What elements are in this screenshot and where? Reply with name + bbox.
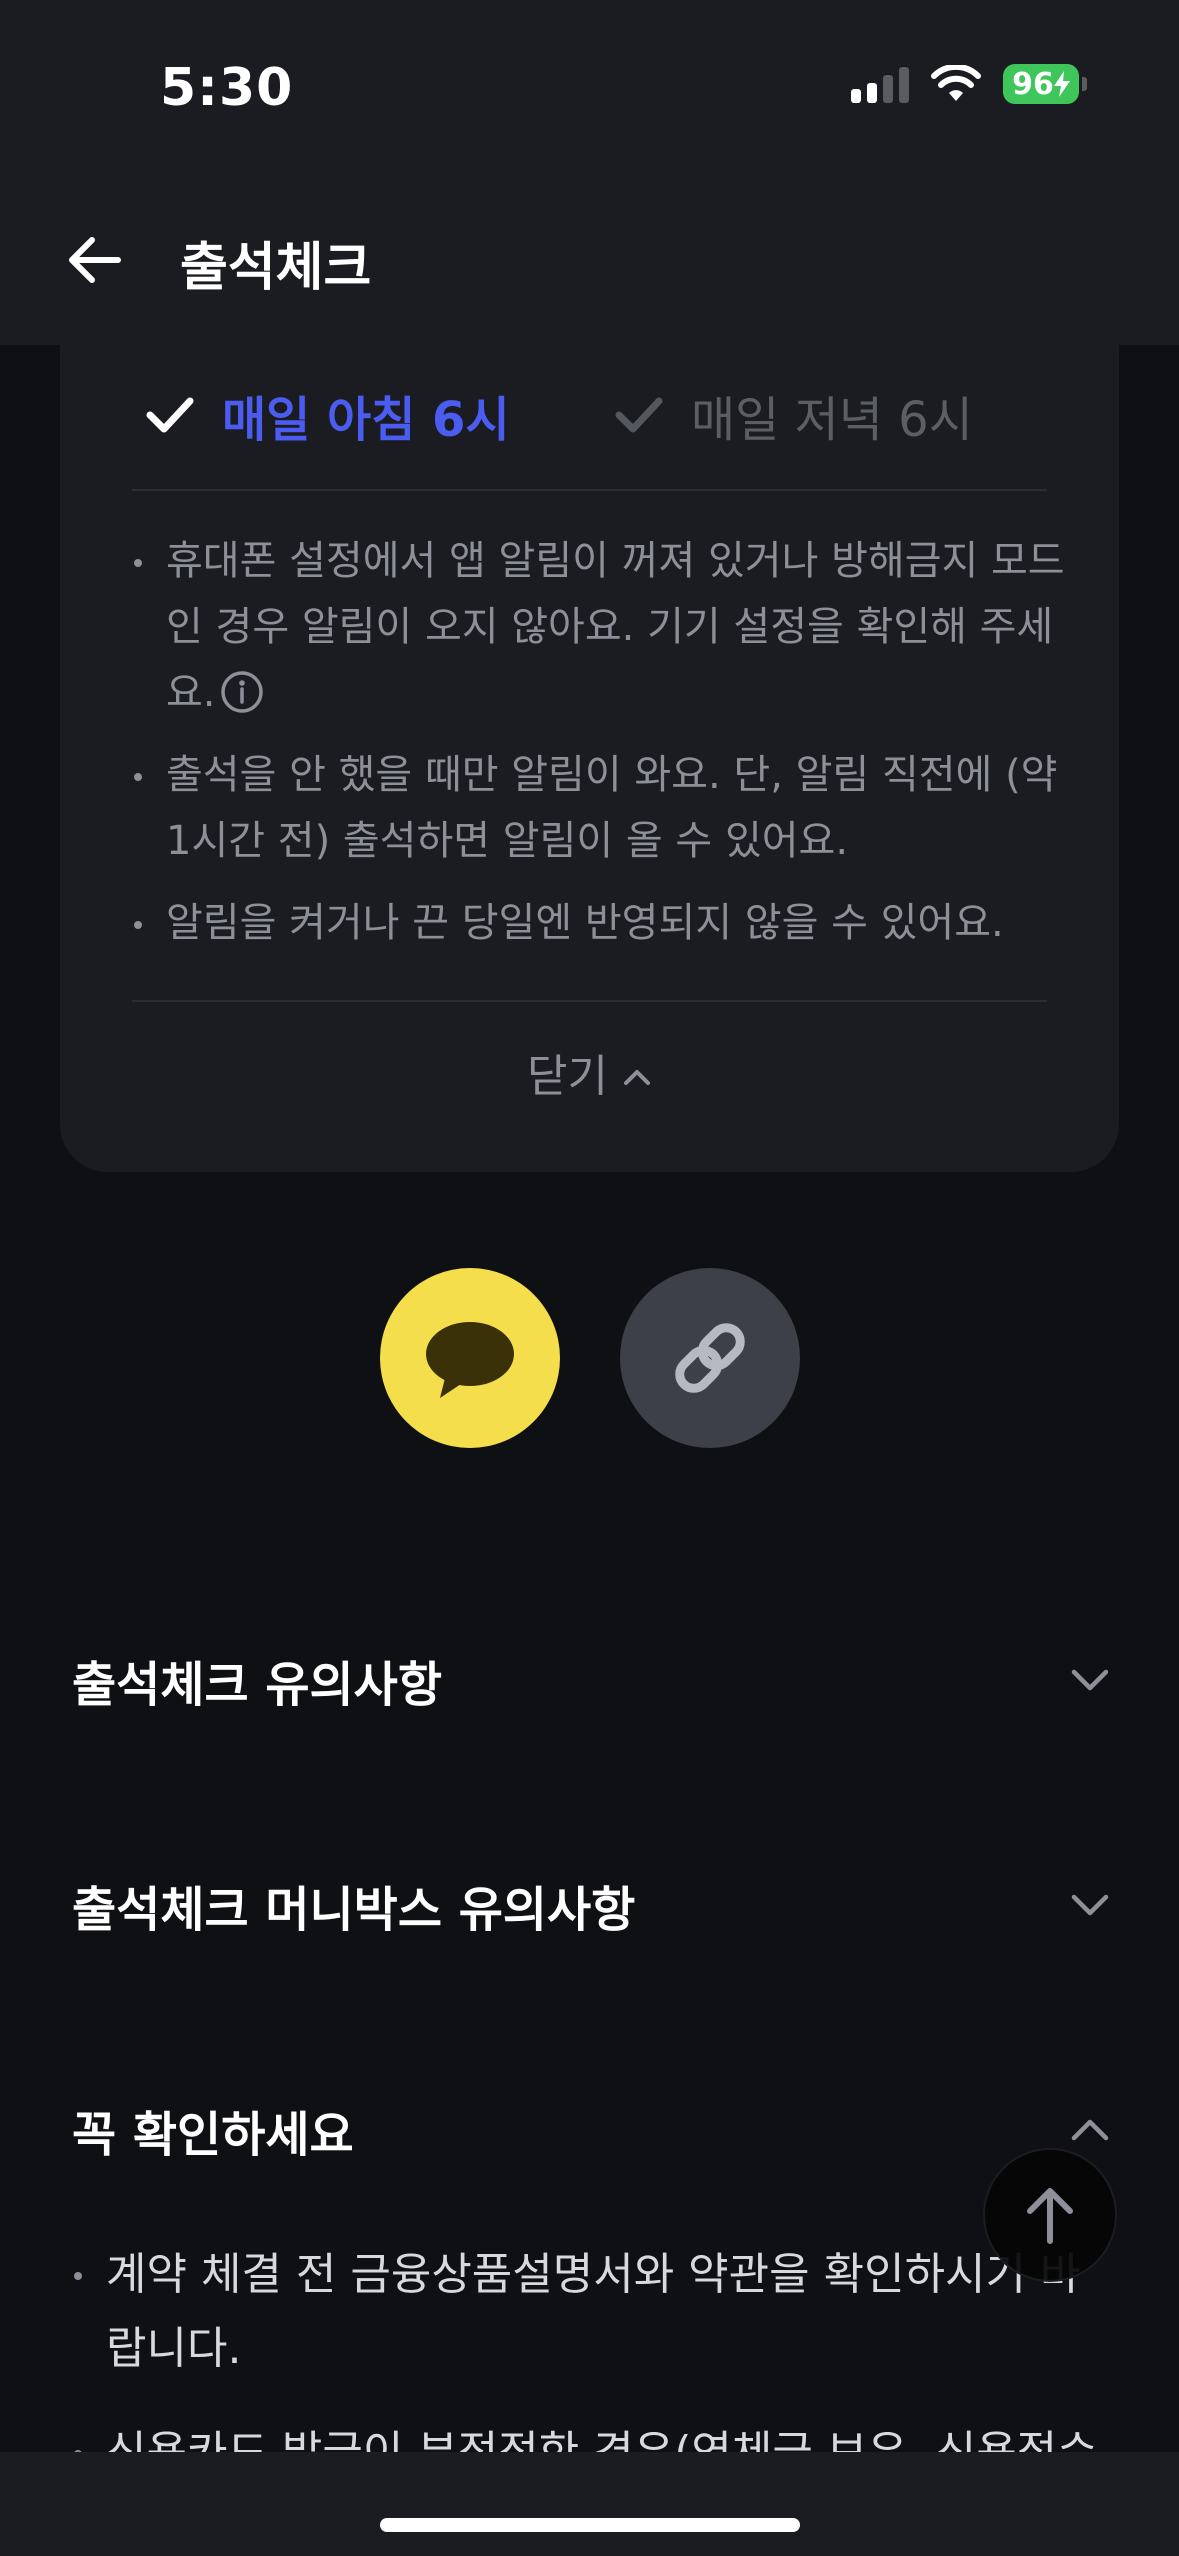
alarm-settings-card: 매일 아침 6시 매일 저녁 6시 휴대폰 설정에서 앱 알림이 꺼져 있거나 … [60,300,1119,1172]
alarm-option-evening[interactable]: 매일 저녁 6시 [615,380,973,450]
divider [132,1000,1047,1002]
accordion-title: 출석체크 머니박스 유의사항 [72,1882,636,1938]
accordion-moneybox-notice[interactable]: 출석체크 머니박스 유의사항 [72,1870,1112,1940]
accordion-must-check[interactable]: 꼭 확인하세요 [72,2095,1112,2165]
chevron-down-icon [1071,1894,1109,1916]
accordion-title: 꼭 확인하세요 [72,2107,354,2163]
copy-link-button[interactable] [620,1268,800,1448]
accordion-attendance-notice[interactable]: 출석체크 유의사항 [72,1645,1112,1715]
bottom-bar [0,2452,1179,2556]
divider [132,489,1047,491]
chevron-up-icon [1071,2119,1109,2141]
link-icon [675,1323,745,1393]
wifi-icon [931,65,981,101]
close-button[interactable]: 닫기 [60,1040,1119,1104]
kakao-share-button[interactable] [380,1268,560,1448]
alarm-option-label: 매일 저녁 6시 [691,392,973,448]
speech-bubble-icon [426,1322,514,1398]
alarm-note: 알림을 켜거나 끈 당일엔 반영되지 않을 수 있어요. [132,890,1072,956]
battery-level: 96 [1012,66,1054,102]
chevron-up-icon [623,1070,650,1085]
alarm-note: 출석을 안 했을 때만 알림이 와요. 단, 알림 직전에 (약 1시간 전) … [132,742,1072,874]
alarm-option-morning[interactable]: 매일 아침 6시 [146,380,510,450]
top-bar: 5:30 96 출석체크 [0,0,1179,345]
status-time: 5:30 [160,58,294,118]
status-icons: 96 [851,64,1087,104]
scroll-to-top-button[interactable] [983,2148,1117,2282]
check-icon [146,397,194,433]
alarm-option-label: 매일 아침 6시 [222,392,510,448]
chevron-down-icon [1071,1669,1109,1691]
cellular-signal-icon [851,65,909,103]
battery-indicator: 96 [1003,64,1087,104]
page-title: 출석체크 [180,238,372,298]
close-label: 닫기 [527,1051,608,1102]
accordion-title: 출석체크 유의사항 [72,1657,442,1713]
alarm-notes: 휴대폰 설정에서 앱 알림이 꺼져 있거나 방해금지 모드인 경우 알림이 오지… [132,528,1072,972]
list-item: 계약 체결 전 금융상품설명서와 약관을 확인하시기 바랍니다. [72,2238,1112,2386]
check-icon [615,397,663,433]
charging-bolt-icon [1053,71,1070,97]
back-arrow-icon[interactable] [62,228,126,292]
info-icon[interactable] [220,670,264,714]
arrow-up-icon [1027,2188,1073,2244]
home-indicator[interactable] [380,2518,800,2532]
alarm-note: 휴대폰 설정에서 앱 알림이 꺼져 있거나 방해금지 모드인 경우 알림이 오지… [132,528,1072,726]
